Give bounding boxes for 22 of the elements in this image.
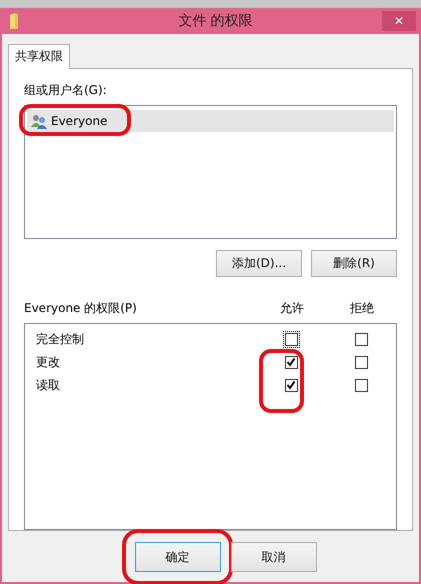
- column-header: 拒绝: [349, 300, 375, 317]
- permission-name: 完全控制: [35, 330, 85, 348]
- permissions-label: Everyone 的权限(P): [24, 300, 138, 317]
- tab[interactable]: 共享权限: [8, 44, 70, 69]
- folder-icon: [9, 12, 19, 30]
- permission-name: 更改: [35, 354, 61, 371]
- column-header: 允许: [279, 300, 305, 317]
- dialog-button[interactable]: 取消: [230, 542, 316, 572]
- member-item[interactable]: Everyone: [27, 110, 394, 132]
- checkbox[interactable]: [354, 332, 368, 346]
- users-icon: [31, 113, 47, 129]
- checkbox[interactable]: [354, 378, 368, 392]
- dialog-button[interactable]: 添加(D)...: [216, 250, 302, 277]
- checkbox[interactable]: [284, 356, 298, 369]
- dialog-button[interactable]: 删除(R): [311, 250, 397, 277]
- window-title: 文件 的权限: [177, 12, 254, 30]
- permission-name: 读取: [35, 376, 61, 394]
- close-button[interactable]: ✕: [382, 11, 416, 31]
- dialog-button[interactable]: 确定: [134, 542, 220, 572]
- checkbox[interactable]: [354, 356, 368, 369]
- checkbox[interactable]: [284, 378, 298, 392]
- group-label: 组或用户名(G):: [24, 82, 108, 99]
